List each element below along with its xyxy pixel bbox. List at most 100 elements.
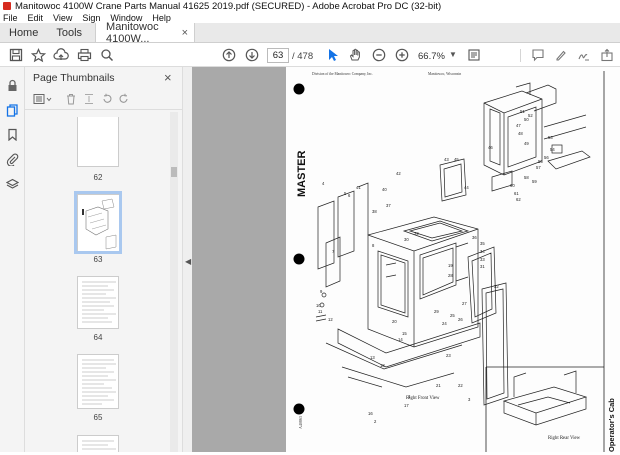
callout-label: 28 — [448, 273, 453, 278]
hand-tool-icon[interactable] — [347, 47, 363, 63]
upper-assembly-drawing — [483, 82, 591, 192]
callout-label: 34 — [480, 249, 485, 254]
page-number-input[interactable]: 63 — [267, 48, 289, 63]
thumbnail-page-65[interactable] — [77, 354, 119, 409]
save-icon[interactable] — [8, 47, 24, 63]
panel-toolbar — [25, 88, 182, 110]
bookmarks-icon[interactable] — [6, 128, 19, 142]
caption-right-front-view: Right Front View — [406, 396, 440, 401]
layers-icon[interactable] — [5, 178, 20, 191]
page-header-right: Manitowoc, Wisconsin — [428, 72, 461, 77]
pdf-page: Division of the Manitowoc Company, Inc. … — [286, 67, 620, 452]
callout-label: 61 — [514, 191, 519, 196]
thumbnail-label: 62 — [93, 173, 103, 182]
panel-title: Page Thumbnails — [33, 72, 115, 84]
menu-sign[interactable]: Sign — [82, 13, 100, 23]
search-icon[interactable] — [99, 47, 115, 63]
next-page-icon[interactable] — [244, 47, 260, 63]
thumbnail-page-63[interactable] — [74, 191, 122, 254]
callout-label: 21 — [436, 383, 441, 388]
thumbnail-options-icon[interactable] — [33, 93, 53, 105]
delete-page-icon[interactable] — [65, 93, 77, 105]
thumbnail-label: 63 — [93, 255, 103, 264]
callout-label: 51 — [520, 109, 525, 114]
document-viewport[interactable]: Division of the Manitowoc Company, Inc. … — [192, 67, 620, 452]
callout-label: 40 — [382, 187, 387, 192]
previous-page-icon[interactable] — [221, 47, 237, 63]
page-thumbnails-icon[interactable] — [6, 104, 19, 117]
tab-home[interactable]: Home — [0, 23, 47, 42]
zoom-out-icon[interactable] — [371, 47, 387, 63]
callout-label: 47 — [516, 123, 521, 128]
page-fit-icon[interactable] — [466, 47, 482, 63]
tab-tools[interactable]: Tools — [47, 23, 91, 42]
callout-label: 62 — [516, 197, 521, 202]
zoom-in-icon[interactable] — [394, 47, 410, 63]
tab-document[interactable]: Manitowoc 4100W... × — [95, 21, 196, 45]
navigation-rail — [0, 67, 25, 452]
callout-label: 17 — [404, 403, 409, 408]
callout-label: 36 — [472, 235, 477, 240]
page-thumbnails-panel: Page Thumbnails × 62 63 64 65 — [25, 67, 182, 452]
callout-label: 58 — [524, 175, 529, 180]
menu-file[interactable]: File — [3, 13, 18, 23]
attachments-icon[interactable] — [6, 153, 19, 167]
sign-icon[interactable] — [576, 47, 592, 63]
callout-label: 16 — [368, 411, 373, 416]
callout-label: 30 — [404, 237, 409, 242]
print-icon[interactable] — [76, 47, 92, 63]
menu-view[interactable]: View — [53, 13, 72, 23]
side-number: A40863 — [298, 416, 303, 429]
master-stamp: MASTER — [296, 151, 308, 198]
main-toolbar: 63 / 478 66.7% ▼ — [0, 43, 620, 67]
panel-close-icon[interactable]: × — [164, 70, 172, 85]
upload-cloud-icon[interactable] — [53, 47, 69, 63]
panel-splitter[interactable]: ◀ — [182, 67, 192, 452]
callout-label: 12 — [328, 317, 333, 322]
callout-label: 59 — [532, 179, 537, 184]
callout-label: 56 — [544, 155, 549, 160]
thumbnail-page-66[interactable] — [77, 435, 119, 452]
callout-label: 39 — [414, 231, 419, 236]
callout-label: 45 — [454, 157, 459, 162]
scrollbar-thumb[interactable] — [171, 167, 177, 177]
callout-label: 2 — [374, 419, 377, 424]
callout-label: 49 — [524, 141, 529, 146]
select-cursor-icon[interactable] — [325, 47, 341, 63]
extract-page-icon[interactable] — [83, 93, 95, 105]
callout-label: 27 — [462, 301, 467, 306]
callout-label: 13 — [370, 355, 375, 360]
callout-label: 42 — [396, 171, 401, 176]
thumbnail-page-62[interactable] — [77, 117, 119, 167]
callout-label: 8 — [372, 243, 375, 248]
binder-hole — [293, 253, 305, 265]
tab-close-icon[interactable]: × — [182, 27, 188, 39]
bookmark-star-icon[interactable] — [30, 47, 46, 63]
callout-label: 7 — [332, 249, 335, 254]
callout-label: 22 — [458, 383, 463, 388]
lock-icon[interactable] — [6, 79, 19, 92]
thumbnail-scrollbar[interactable] — [170, 112, 178, 452]
side-title: Operator's Cab — [607, 398, 616, 452]
rear-view-inset-drawing — [502, 370, 588, 426]
zoom-dropdown-icon[interactable]: ▼ — [449, 50, 457, 59]
rotate-ccw-icon[interactable] — [101, 93, 113, 105]
callout-label: 54 — [550, 147, 555, 152]
acrobat-app-icon — [3, 2, 11, 10]
menu-edit[interactable]: Edit — [28, 13, 44, 23]
share-icon[interactable] — [599, 47, 615, 63]
collapse-panel-icon[interactable]: ◀ — [185, 257, 191, 266]
callout-label: 44 — [464, 185, 469, 190]
rotate-cw-icon[interactable] — [118, 93, 130, 105]
callout-label: 6 — [348, 193, 351, 198]
callout-label: 43 — [444, 157, 449, 162]
caption-right-rear-view: Right Rear View — [548, 436, 581, 441]
callout-label: 20 — [392, 319, 397, 324]
comment-icon[interactable] — [530, 47, 546, 63]
thumbnail-page-64[interactable] — [77, 276, 119, 329]
callout-label: 31 — [480, 264, 485, 269]
callout-label: 46 — [488, 145, 493, 150]
thumbnail-label: 64 — [93, 333, 103, 342]
zoom-level[interactable]: 66.7% — [418, 51, 445, 62]
highlight-pen-icon[interactable] — [553, 47, 569, 63]
